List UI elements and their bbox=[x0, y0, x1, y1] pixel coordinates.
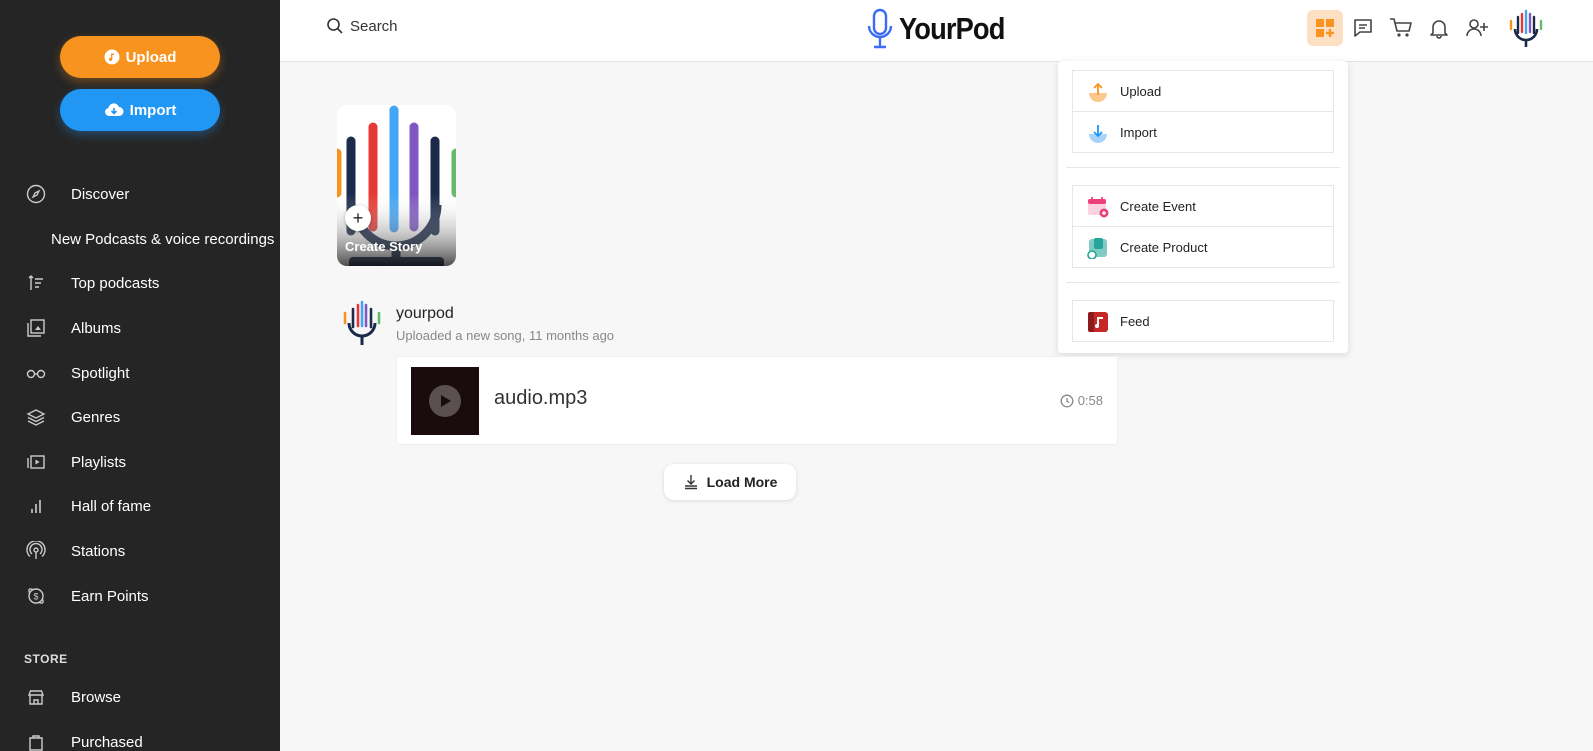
duration-text: 0:58 bbox=[1077, 393, 1103, 408]
sort-icon bbox=[28, 275, 43, 290]
bar-chart-icon bbox=[31, 500, 41, 513]
sidebar-item-label: Hall of fame bbox=[71, 497, 152, 515]
sidebar-item-hall-of-fame[interactable]: Hall of fame bbox=[0, 486, 280, 526]
calendar-icon bbox=[1088, 197, 1109, 218]
sidebar-item-label: Albums bbox=[71, 319, 122, 337]
sidebar-item-discover[interactable]: Discover bbox=[0, 174, 280, 214]
upload-button[interactable]: Upload bbox=[60, 36, 220, 78]
sidebar-item-label: New Podcasts & voice recordings bbox=[51, 230, 275, 248]
track-title: audio.mp3 bbox=[494, 387, 588, 409]
post-avatar[interactable] bbox=[341, 299, 383, 347]
sidebar-item-earn-points[interactable]: $ Earn Points bbox=[0, 576, 280, 616]
layers-icon bbox=[26, 409, 46, 426]
create-menu: Upload Import Create Event Create Produc… bbox=[1058, 61, 1348, 353]
search-button[interactable]: Search bbox=[326, 17, 398, 35]
chat-icon bbox=[1354, 19, 1372, 37]
broadcast-icon bbox=[26, 541, 46, 559]
avatar-icon bbox=[1509, 9, 1543, 47]
sidebar-item-albums[interactable]: Albums bbox=[0, 308, 280, 348]
import-button-label: Import bbox=[129, 101, 177, 119]
compass-icon bbox=[26, 184, 46, 204]
messages-button[interactable] bbox=[1345, 10, 1381, 46]
store-icon bbox=[27, 690, 45, 705]
post-username[interactable]: yourpod bbox=[396, 305, 454, 323]
brand-name: YourPod bbox=[899, 11, 1005, 46]
sidebar-item-purchased[interactable]: Purchased bbox=[0, 722, 280, 751]
sidebar-item-genres[interactable]: Genres bbox=[0, 397, 280, 437]
clock-icon bbox=[1060, 394, 1074, 407]
track-thumbnail bbox=[411, 367, 479, 435]
sidebar-item-label: Playlists bbox=[71, 453, 127, 471]
sidebar-item-label: Top podcasts bbox=[71, 274, 160, 292]
download-icon bbox=[684, 475, 697, 490]
post-meta: Uploaded a new song, 11 months ago bbox=[396, 328, 615, 343]
load-more-label: Load More bbox=[706, 474, 778, 490]
menu-item-label: Create Event bbox=[1120, 198, 1196, 214]
top-bar: Search YourPod bbox=[280, 0, 1593, 62]
create-menu-button[interactable] bbox=[1307, 10, 1343, 46]
brand-logo[interactable]: YourPod bbox=[865, 8, 1019, 50]
track-duration: 0:58 bbox=[1060, 393, 1103, 408]
menu-item-create-product[interactable]: Create Product bbox=[1072, 226, 1334, 268]
sidebar: Upload Import Discover New Podcasts & vo… bbox=[0, 0, 280, 751]
bag-icon bbox=[29, 735, 43, 751]
search-icon bbox=[327, 18, 343, 34]
search-label: Search bbox=[350, 17, 398, 35]
bell-icon bbox=[1430, 20, 1448, 39]
sidebar-item-browse[interactable]: Browse bbox=[0, 677, 280, 717]
glasses-icon bbox=[26, 369, 46, 379]
menu-item-import[interactable]: Import bbox=[1072, 111, 1334, 153]
add-user-icon bbox=[1466, 19, 1488, 37]
track-card[interactable]: audio.mp3 0:58 bbox=[396, 356, 1118, 445]
sidebar-item-top-podcasts[interactable]: Top podcasts bbox=[0, 263, 280, 303]
menu-item-label: Upload bbox=[1120, 83, 1162, 99]
sidebar-item-stations[interactable]: Stations bbox=[0, 531, 280, 571]
album-icon bbox=[27, 319, 45, 337]
upload-button-label: Upload bbox=[125, 48, 177, 66]
music-note-icon bbox=[1088, 312, 1108, 332]
add-user-button[interactable] bbox=[1459, 10, 1495, 46]
play-button[interactable] bbox=[429, 385, 461, 417]
profile-avatar[interactable] bbox=[1506, 8, 1546, 50]
product-icon bbox=[1087, 238, 1107, 259]
create-story-label: Create Story bbox=[345, 239, 423, 254]
cart-icon bbox=[1390, 18, 1412, 37]
cart-button[interactable] bbox=[1383, 10, 1419, 46]
music-note-icon bbox=[104, 49, 120, 65]
menu-divider bbox=[1066, 282, 1340, 283]
menu-item-label: Create Product bbox=[1120, 239, 1208, 255]
sidebar-item-spotlight[interactable]: Spotlight bbox=[0, 353, 280, 393]
sidebar-item-label: Purchased bbox=[71, 733, 143, 751]
load-more-button[interactable]: Load More bbox=[664, 464, 796, 500]
store-heading: STORE bbox=[24, 652, 68, 666]
menu-item-label: Feed bbox=[1120, 313, 1150, 329]
sidebar-item-label: Discover bbox=[71, 185, 130, 203]
play-icon bbox=[441, 395, 451, 407]
sidebar-item-label: Earn Points bbox=[71, 587, 149, 605]
sidebar-item-new-podcasts[interactable]: New Podcasts & voice recordings bbox=[0, 219, 280, 259]
import-icon bbox=[1089, 125, 1107, 143]
menu-item-label: Import bbox=[1120, 124, 1157, 140]
microphone-icon bbox=[867, 8, 893, 49]
playlist-icon bbox=[27, 455, 45, 469]
menu-item-upload[interactable]: Upload bbox=[1072, 70, 1334, 112]
notifications-button[interactable] bbox=[1421, 10, 1457, 46]
upload-icon bbox=[1089, 82, 1107, 102]
sidebar-item-playlists[interactable]: Playlists bbox=[0, 442, 280, 482]
menu-item-feed[interactable]: Feed bbox=[1072, 300, 1334, 342]
import-button[interactable]: Import bbox=[60, 89, 220, 131]
create-story-card[interactable]: + Create Story bbox=[337, 105, 456, 266]
menu-divider bbox=[1066, 167, 1340, 168]
sidebar-item-label: Spotlight bbox=[71, 364, 130, 382]
svg-text:$: $ bbox=[33, 592, 38, 602]
sidebar-item-label: Stations bbox=[71, 542, 126, 560]
sidebar-item-label: Browse bbox=[71, 688, 122, 706]
cloud-download-icon bbox=[104, 103, 124, 116]
grid-plus-icon bbox=[1316, 19, 1334, 37]
sidebar-item-label: Genres bbox=[71, 408, 121, 426]
plus-icon: + bbox=[345, 205, 371, 231]
menu-item-create-event[interactable]: Create Event bbox=[1072, 185, 1334, 227]
coin-icon: $ bbox=[28, 588, 44, 604]
